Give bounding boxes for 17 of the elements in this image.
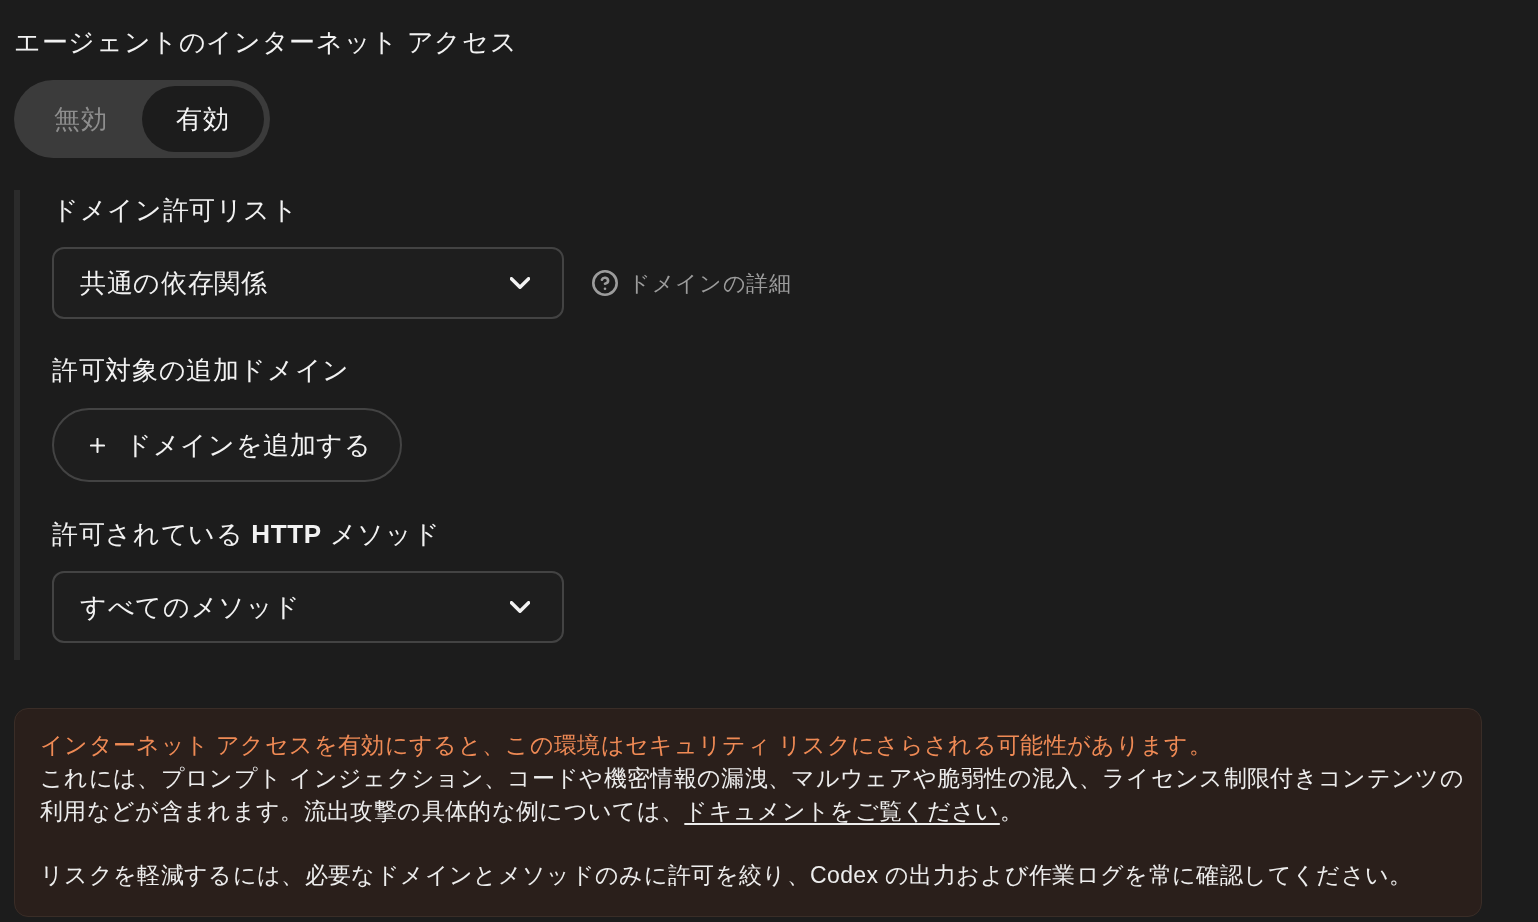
help-icon (592, 270, 618, 296)
help-link[interactable]: ドメインの詳細 (592, 266, 792, 300)
field-label: 許可されている HTTP メソッド (52, 518, 441, 551)
chevron-down-icon (510, 277, 530, 289)
warning-text: リスクを軽減するには、必要なドメインとメソッドのみに許可を絞り、Codex の出力および作業ログを常に確認してください。 (40, 861, 1414, 890)
warning-headline: インターネット アクセスを有効にすると、この環境はセキュリティ リスクにさらされる可能性があります。 (40, 731, 1214, 760)
docs-link[interactable]: ドキュメントをご覧ください (684, 798, 1000, 824)
field-label: ドメイン許可リスト (52, 194, 299, 227)
method-select[interactable]: すべてのメソッド (52, 571, 564, 643)
section-title: エージェントのインターネット アクセス (14, 26, 518, 59)
access-option[interactable]: 有効 (142, 86, 264, 152)
domain-select[interactable]: 共通の依存関係 (52, 247, 564, 319)
field-label: 許可対象の追加ドメイン (52, 354, 351, 387)
chevron-down-icon (510, 601, 530, 613)
warning-text: これには、プロンプト インジェクション、コードや機密情報の漏洩、マルウェアや脆弱性の混入、ライセンス制限付きコンテンツの利用などが含まれます。流出攻撃の具体的な例については、ドキュメントをご覧ください。 (40, 764, 1466, 826)
add-domain-button[interactable]: ドメインを追加する (52, 408, 402, 482)
plus-icon (90, 437, 105, 453)
